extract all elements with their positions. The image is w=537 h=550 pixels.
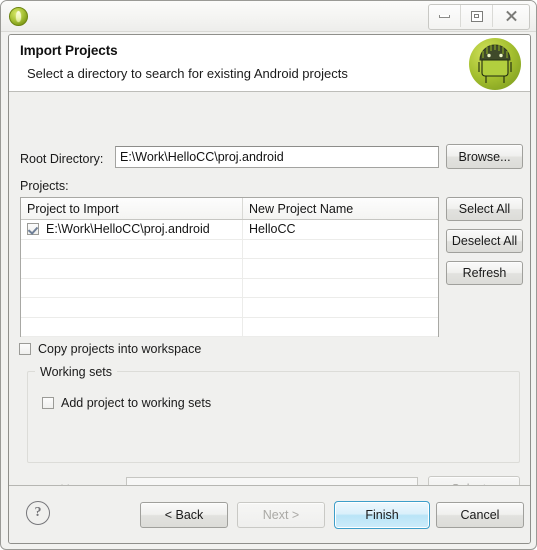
root-directory-label: Root Directory: [20,152,104,166]
copy-projects-checkbox-row[interactable]: Copy projects into workspace [19,342,201,356]
cell-project-to-import[interactable] [21,239,243,258]
copy-projects-label: Copy projects into workspace [38,342,202,356]
select-all-button[interactable]: Select All [446,197,523,221]
table-row[interactable]: E:\Work\HelloCC\proj.android HelloCC [21,220,438,240]
table-row[interactable] [21,259,438,279]
column-header-new-project-name[interactable]: New Project Name [243,198,438,219]
window-controls [428,4,530,30]
working-sets-group [27,371,520,463]
add-project-checkbox-row[interactable]: Add project to working sets [42,396,211,410]
add-project-label: Add project to working sets [61,396,212,410]
column-header-project-to-import[interactable]: Project to Import [21,198,243,219]
restore-icon [470,10,483,22]
table-row[interactable] [21,239,438,259]
working-sets-group-title: Working sets [35,365,118,379]
minimize-icon [439,14,450,18]
table-row[interactable] [21,317,438,337]
finish-button[interactable]: Finish [334,501,430,529]
cell-project-to-import[interactable] [21,317,243,336]
cell-project-to-import[interactable]: E:\Work\HelloCC\proj.android [21,220,243,239]
wizard-content: Root Directory: Browse... Projects: Proj… [9,93,530,501]
cell-new-project-name[interactable] [243,279,438,298]
page-subtitle: Select a directory to search for existin… [27,66,348,81]
copy-projects-checkbox[interactable] [19,343,31,355]
next-button: Next > [237,502,325,528]
deselect-all-button[interactable]: Deselect All [446,229,523,253]
restore-button[interactable] [461,5,493,27]
cancel-button[interactable]: Cancel [436,502,524,528]
table-header-row: Project to Import New Project Name [21,198,438,220]
cell-new-project-name[interactable] [243,259,438,278]
refresh-button[interactable]: Refresh [446,261,523,285]
root-directory-input[interactable] [115,146,439,168]
back-button[interactable]: < Back [140,502,228,528]
add-project-checkbox[interactable] [42,397,54,409]
wizard-dialog: Import Projects Select a directory to se… [8,34,531,544]
wizard-header: Import Projects Select a directory to se… [9,35,530,92]
projects-label: Projects: [20,179,69,193]
cell-new-project-name[interactable] [243,298,438,317]
eclipse-app-icon [9,7,28,26]
table-row[interactable] [21,278,438,298]
cell-project-to-import[interactable] [21,298,243,317]
cell-project-path: E:\Work\HelloCC\proj.android [46,222,210,237]
android-robot-icon [469,38,521,90]
cell-new-project-name[interactable]: HelloCC [243,220,438,239]
title-bar [1,1,536,32]
cell-new-project-name[interactable] [243,318,438,337]
table-row[interactable] [21,298,438,318]
help-icon[interactable]: ? [26,501,50,525]
cell-new-project-name[interactable] [243,240,438,259]
import-projects-window: Import Projects Select a directory to se… [0,0,537,550]
close-icon [505,10,518,23]
minimize-button[interactable] [429,5,461,27]
cell-project-to-import[interactable] [21,259,243,278]
projects-table[interactable]: Project to Import New Project Name E:\Wo… [20,197,439,337]
cell-project-to-import[interactable] [21,278,243,297]
page-title: Import Projects [20,43,118,58]
row-checkbox[interactable] [27,223,39,236]
browse-button[interactable]: Browse... [446,144,523,169]
close-button[interactable] [493,5,529,27]
wizard-footer: ? < Back Next > Finish Cancel [9,485,530,543]
